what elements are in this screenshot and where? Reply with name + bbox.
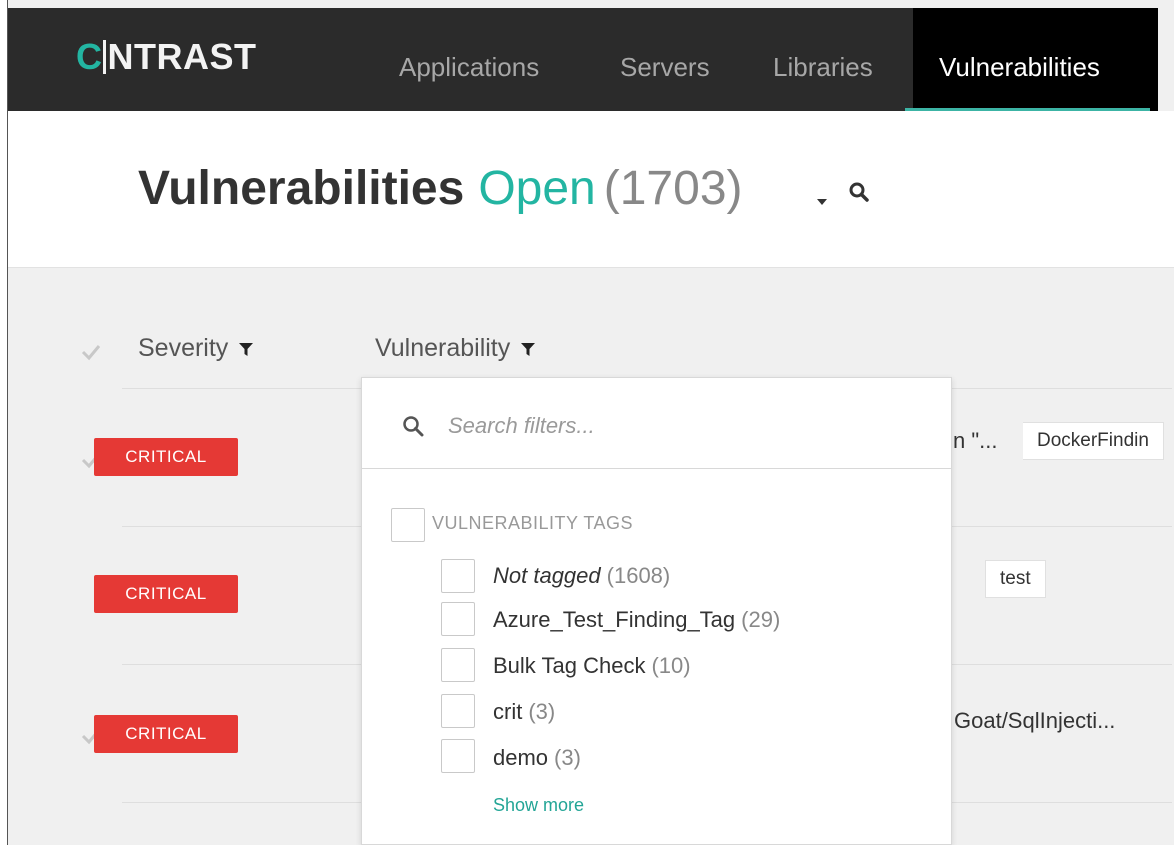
filter-option[interactable]: Not tagged (1608) (493, 563, 670, 589)
filter-option[interactable]: crit (3) (493, 699, 555, 725)
nav-servers[interactable]: Servers (620, 52, 710, 83)
vulnerability-filter-dropdown: VULNERABILITY TAGS Not tagged(1608) Azur… (361, 377, 952, 845)
vulnerability-count: (1703) (603, 162, 743, 215)
show-more-link[interactable]: Show more (493, 795, 584, 816)
search-icon[interactable] (848, 181, 870, 203)
logo-mark: C (76, 36, 103, 77)
severity-badge: CRITICAL (94, 438, 238, 476)
tag-label: test (985, 560, 1046, 598)
chevron-down-icon[interactable] (817, 199, 827, 205)
column-header-vulnerability-label: Vulnerability (375, 334, 511, 362)
filter-option-name: Azure_Test_Finding_Tag (493, 607, 736, 632)
filter-option[interactable]: Azure_Test_Finding_Tag (29) (493, 607, 780, 633)
page-title-text: Vulnerabilities (138, 162, 465, 215)
severity-badge: CRITICAL (94, 715, 238, 753)
option-checkbox[interactable] (441, 602, 475, 636)
filter-option-count: (29) (741, 607, 781, 632)
filter-option-count: (1608) (606, 563, 671, 588)
nav-libraries[interactable]: Libraries (773, 52, 873, 83)
filter-option-name: crit (493, 699, 523, 724)
filter-option-count: (10) (651, 653, 691, 678)
tag-label-text: DockerFindin (1037, 430, 1149, 451)
filter-option-count: (3) (554, 745, 581, 770)
status-selector[interactable]: Open (478, 161, 595, 216)
filter-icon[interactable] (238, 341, 254, 357)
filter-option-name: demo (493, 745, 549, 770)
filter-option-name: Not tagged (493, 563, 601, 588)
vulnerability-title[interactable]: n "... (953, 428, 998, 454)
contrast-logo[interactable]: C NTRAST (76, 36, 257, 78)
filter-option-name: Bulk Tag Check (493, 653, 646, 678)
logo-divider (102, 40, 106, 74)
top-nav: C NTRAST Applications Servers Libraries … (8, 8, 1158, 111)
column-header-vulnerability[interactable]: Vulnerability (375, 334, 536, 363)
search-icon (403, 416, 424, 437)
group-checkbox[interactable] (391, 508, 425, 542)
filter-search-bar (362, 378, 951, 469)
option-checkbox[interactable] (441, 559, 475, 593)
page-title: Vulnerabilities Open (1703) (138, 161, 743, 216)
severity-badge: CRITICAL (94, 575, 238, 613)
select-all-check-icon[interactable] (80, 343, 102, 361)
option-checkbox[interactable] (441, 694, 475, 728)
page-header: Vulnerabilities Open (1703) (8, 111, 1174, 268)
group-label: VULNERABILITY TAGS (432, 513, 634, 533)
column-header-severity[interactable]: Severity (138, 334, 254, 363)
logo-text: NTRAST (107, 36, 257, 77)
column-header-severity-label: Severity (138, 334, 229, 362)
filter-option[interactable]: Bulk Tag Check (10) (493, 653, 691, 679)
option-checkbox[interactable] (441, 739, 475, 773)
vulnerability-title[interactable]: Goat/SqlInjecti... (954, 708, 1115, 734)
nav-applications[interactable]: Applications (399, 52, 539, 83)
filter-icon[interactable] (520, 341, 536, 357)
nav-vulnerabilities[interactable]: Vulnerabilities (939, 52, 1100, 83)
filter-search-input[interactable] (446, 408, 930, 444)
tag-label-text: test (1000, 568, 1031, 589)
window-left-edge (0, 0, 8, 845)
filter-option[interactable]: demo (3) (493, 745, 581, 771)
filter-option-count: (3) (528, 699, 556, 724)
option-checkbox[interactable] (441, 648, 475, 682)
tag-label: DockerFindin (1023, 422, 1164, 460)
